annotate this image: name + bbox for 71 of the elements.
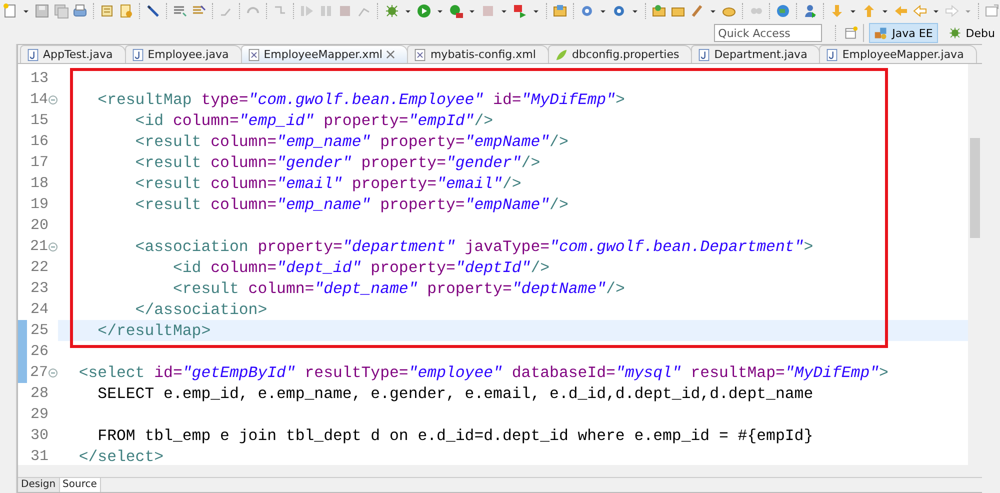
editor-mode-tab[interactable]: Source (60, 478, 101, 492)
line-number: 17 (29, 154, 48, 171)
run-icon[interactable] (448, 3, 464, 19)
save-all-icon[interactable] (53, 3, 69, 19)
quick-access-field[interactable]: Quick Access (714, 24, 822, 42)
perspective-button[interactable]: Java EE (869, 23, 938, 43)
scrollbar-thumb[interactable] (970, 138, 980, 238)
editor-tab[interactable]: EmployeeMapper.java (819, 45, 977, 63)
file-icon (826, 48, 838, 60)
code-line: <result column="emp_name" property="empName"/> (134, 196, 568, 214)
code-line: <result column="gender" property="gender"/> (134, 154, 540, 172)
fold-icon[interactable] (48, 368, 58, 378)
printer-icon[interactable] (72, 3, 88, 19)
code-line: <result column="emp_name" property="empName"/> (134, 132, 568, 150)
code-line: <id column="emp_id" property="empId"/> (134, 112, 494, 130)
line-number: 30 (29, 427, 48, 444)
file-icon (27, 48, 39, 60)
line-number: 26 (29, 343, 48, 360)
editor-tab[interactable]: EmployeeMapper.xml (240, 45, 408, 63)
code-line: <id column="dept_id" property="deptId"/> (172, 258, 550, 276)
code-line: <select id="getEmpById" resultType="employee" databaseId="mysql" resultMap="MyDifEmp"> (78, 364, 888, 382)
editor-tab[interactable]: Employee.java (124, 45, 242, 63)
file-icon (414, 48, 426, 60)
file-icon (248, 48, 260, 60)
scroll-icon[interactable] (99, 3, 116, 19)
file-icon (698, 48, 710, 60)
window-icon[interactable] (984, 3, 1000, 19)
code-line: <association property="department" javaType="com.gwolf.bean.Department"> (134, 238, 814, 256)
code-line: </association> (134, 300, 268, 318)
editor-tab[interactable]: AppTest.java (20, 45, 126, 63)
leaf-icon (554, 48, 568, 60)
open-perspective-icon[interactable] (844, 26, 858, 40)
bug-icon (948, 26, 962, 40)
line-number: 18 (29, 175, 48, 192)
line-number: 27 (28, 364, 48, 381)
editor-mode-tab[interactable]: Design (18, 478, 60, 492)
line-number: 22 (29, 259, 48, 276)
file-icon (132, 48, 144, 60)
code-line: <result column="dept_name" property="deptName"/> (172, 280, 625, 298)
line-number: 24 (29, 301, 48, 318)
code-line: <result column="email" property="email"/> (134, 174, 522, 192)
line-number: 19 (29, 196, 48, 213)
code-line: </resultMap> (96, 322, 211, 340)
editor-tab[interactable]: dbconfig.properties (548, 45, 692, 63)
line-number: 28 (29, 385, 48, 402)
code-line: FROM tbl_emp e join tbl_dept d on e.d_id=d.dept_id where e.emp_id = #{empId} (96, 426, 814, 444)
line-number: 25 (29, 322, 48, 339)
editor-tab[interactable]: mybatis-config.xml (407, 45, 549, 63)
code-line: SELECT e.emp_id, e.emp_name, e.gender, e.email, e.d_id,d.dept_id,d.dept_name (96, 384, 814, 402)
close-icon[interactable] (386, 50, 396, 59)
line-number: 13 (29, 70, 48, 87)
fold-icon[interactable] (48, 242, 58, 252)
line-number: 15 (29, 112, 48, 129)
line-number: 29 (29, 406, 48, 423)
flag-icon[interactable] (512, 3, 528, 19)
fold-icon[interactable] (48, 94, 58, 104)
line-number: 31 (29, 448, 48, 465)
line-number: 21 (28, 238, 48, 255)
globe-icon[interactable] (774, 3, 791, 19)
line-number: 14 (28, 91, 48, 108)
line-number: 20 (29, 217, 48, 234)
code-line: </select> (78, 448, 164, 466)
horizontal-scrollbar[interactable] (18, 465, 982, 477)
line-number: 16 (29, 133, 48, 150)
pen-icon[interactable] (145, 3, 162, 19)
code-line: <resultMap type="com.gwolf.bean.Employee" id="MyDifEmp"> (96, 90, 625, 108)
cubes-icon (874, 26, 888, 40)
line-number: 23 (29, 280, 48, 297)
perspective-button[interactable]: Debu (942, 23, 1000, 43)
editor-tab[interactable]: Department.java (691, 45, 820, 63)
document-icon[interactable] (118, 3, 134, 19)
